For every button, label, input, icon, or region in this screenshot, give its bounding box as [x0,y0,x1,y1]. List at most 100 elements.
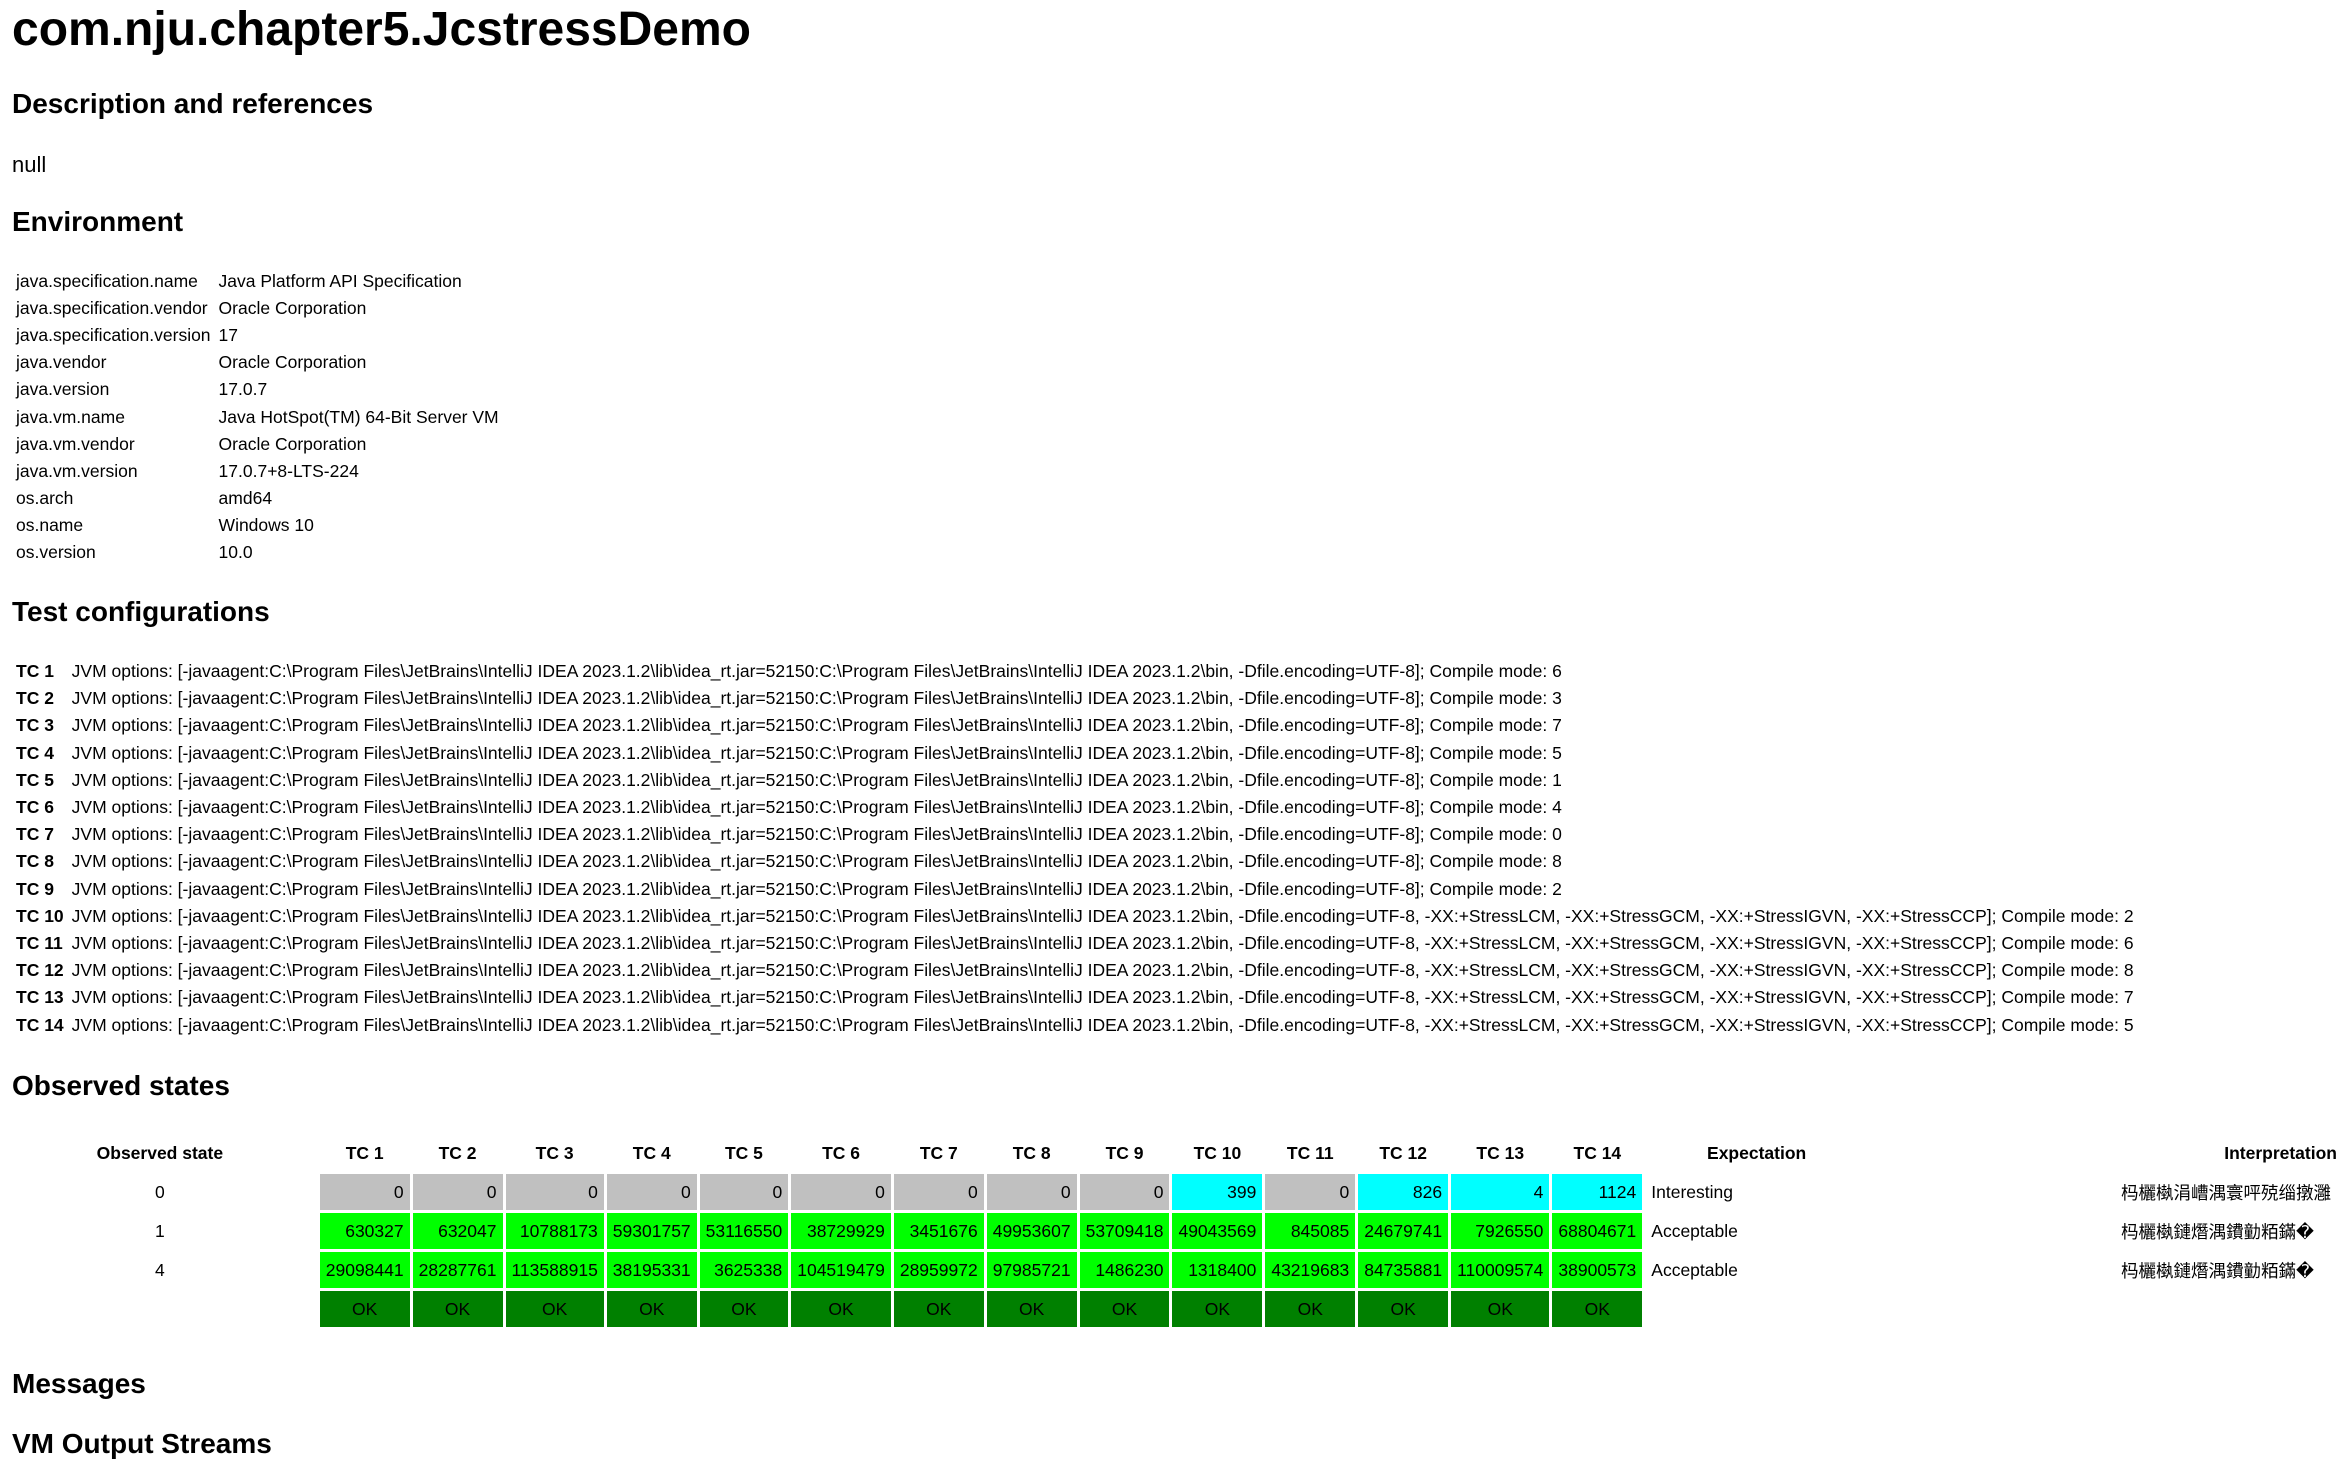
result-count-cell: 0 [412,1174,503,1210]
test-config-options: JVM options: [-javaagent:C:\Program File… [71,797,1562,818]
test-config-name: TC 4 [16,742,54,763]
status-row: OK OK OK OK OK OK OK OK OK OK OK OK OK OK [3,1291,2337,1327]
observed-states-table: Observed state TC 1 TC 2 TC 3 TC 4 TC 5 TC 6 T… [0,1132,2340,1330]
environment-row: java.version 17.0.7 [12,376,503,403]
result-count-cell: 38195331 [606,1252,697,1288]
status-ok-cell: OK [1552,1291,1643,1327]
result-count-cell: 845085 [1265,1213,1356,1249]
messages-heading: Messages [12,1368,146,1399]
tc-column-header: TC 3 [535,1142,574,1163]
environment-table: java.specification.name Java Platform API… [12,268,503,566]
environment-value: Oracle Corporation [218,352,367,373]
tc-column-header: TC 1 [345,1142,384,1163]
environment-key: java.vm.version [16,460,138,481]
status-ok-cell: OK [1358,1291,1449,1327]
test-config-options: JVM options: [-javaagent:C:\Program File… [71,905,2134,926]
status-ok-cell: OK [319,1291,410,1327]
result-count-cell: 113588915 [505,1252,604,1288]
test-config-row: TC 10 JVM options: [-javaagent:C:\Program… [12,903,2138,930]
test-config-row: TC 9 JVM options: [-javaagent:C:\Program … [12,876,2138,903]
result-count-cell: 1486230 [1079,1252,1170,1288]
environment-row: java.vm.version 17.0.7+8-LTS-224 [12,458,503,485]
result-count-cell: 28959972 [893,1252,984,1288]
test-config-row: TC 14 JVM options: [-javaagent:C:\Program… [12,1011,2138,1038]
environment-value: Oracle Corporation [218,433,367,454]
test-config-row: TC 5 JVM options: [-javaagent:C:\Program … [12,767,2138,794]
result-count-cell: 10788173 [505,1213,604,1249]
test-config-row: TC 8 JVM options: [-javaagent:C:\Program … [12,848,2138,875]
status-row-spacer [1871,1291,2337,1327]
environment-key: java.vendor [16,352,107,373]
result-count-cell: 0 [505,1174,604,1210]
observed-state-header: Observed state [96,1142,224,1163]
environment-row: os.name Windows 10 [12,512,503,539]
observed-state-value: 4 [155,1259,165,1280]
result-count-cell: 68804671 [1552,1213,1643,1249]
test-config-row: TC 12 JVM options: [-javaagent:C:\Program… [12,957,2138,984]
status-ok-cell: OK [986,1291,1077,1327]
result-count-cell: 1318400 [1172,1252,1263,1288]
test-config-name: TC 2 [16,688,54,709]
result-count-cell: 24679741 [1358,1213,1449,1249]
test-config-row: TC 2 JVM options: [-javaagent:C:\Program … [12,685,2138,712]
environment-key: os.name [16,514,84,535]
test-config-options: JVM options: [-javaagent:C:\Program File… [71,987,2134,1008]
expectation-cell: Acceptable [1651,1220,1738,1241]
result-count-cell: 3451676 [893,1213,984,1249]
result-count-cell: 49953607 [986,1213,1077,1249]
expectation-cell: Acceptable [1651,1259,1738,1280]
result-count-cell: 0 [1265,1174,1356,1210]
interpretation-cell: 杩欐槸鏈熸湡鐨勭粨鏋� [2121,1221,2314,1242]
environment-heading: Environment [12,206,184,237]
environment-value: Oracle Corporation [218,298,367,319]
status-ok-cell: OK [699,1291,789,1327]
tc-column-header: TC 7 [919,1142,958,1163]
status-ok-cell: OK [1451,1291,1550,1327]
test-config-options: JVM options: [-javaagent:C:\Program File… [71,715,1562,736]
environment-value: amd64 [218,487,273,508]
result-count-cell: 97985721 [986,1252,1077,1288]
environment-value: Java HotSpot(TM) 64-Bit Server VM [218,406,499,427]
environment-row: os.version 10.0 [12,539,503,566]
result-count-cell: 0 [791,1174,891,1210]
test-config-name: TC 14 [16,1014,64,1035]
environment-row: java.specification.vendor Oracle Corporat… [12,295,503,322]
environment-row: java.vm.vendor Oracle Corporation [12,431,503,458]
test-config-options: JVM options: [-javaagent:C:\Program File… [71,932,2134,953]
tc-column-header: TC 13 [1476,1142,1525,1163]
test-config-name: TC 5 [16,769,54,790]
environment-value: 17.0.7+8-LTS-224 [218,460,359,481]
observed-states-heading: Observed states [12,1070,230,1101]
tc-column-header: TC 2 [438,1142,477,1163]
environment-key: java.specification.name [16,271,198,292]
result-count-cell: 28287761 [412,1252,503,1288]
test-config-row: TC 1 JVM options: [-javaagent:C:\Program … [12,658,2138,685]
tc-column-header: TC 14 [1573,1142,1622,1163]
description-heading: Description and references [12,88,374,119]
environment-row: java.specification.name Java Platform API… [12,268,503,295]
result-count-cell: 0 [319,1174,410,1210]
environment-key: java.specification.vendor [16,298,208,319]
result-count-cell: 53709418 [1079,1213,1170,1249]
result-count-cell: 49043569 [1172,1213,1263,1249]
environment-value: Java Platform API Specification [218,271,462,292]
result-count-cell: 38729929 [791,1213,891,1249]
result-count-cell: 4 [1451,1174,1550,1210]
tc-column-header: TC 10 [1193,1142,1242,1163]
test-config-row: TC 13 JVM options: [-javaagent:C:\Program… [12,984,2138,1011]
observed-state-value: 1 [155,1220,165,1241]
environment-value: Windows 10 [218,514,314,535]
tc-column-header: TC 11 [1286,1142,1334,1163]
test-config-options: JVM options: [-javaagent:C:\Program File… [71,1014,2134,1035]
result-count-cell: 399 [1172,1174,1263,1210]
tc-column-header: TC 4 [632,1142,671,1163]
test-config-row: TC 3 JVM options: [-javaagent:C:\Program … [12,712,2138,739]
expectation-header: Expectation [1707,1142,1807,1163]
result-count-cell: 3625338 [699,1252,789,1288]
status-ok-cell: OK [791,1291,891,1327]
test-config-name: TC 7 [16,824,54,845]
tc-column-header: TC 12 [1379,1142,1427,1163]
result-count-cell: 29098441 [319,1252,410,1288]
result-count-cell: 53116550 [699,1213,789,1249]
test-config-options: JVM options: [-javaagent:C:\Program File… [71,769,1562,790]
